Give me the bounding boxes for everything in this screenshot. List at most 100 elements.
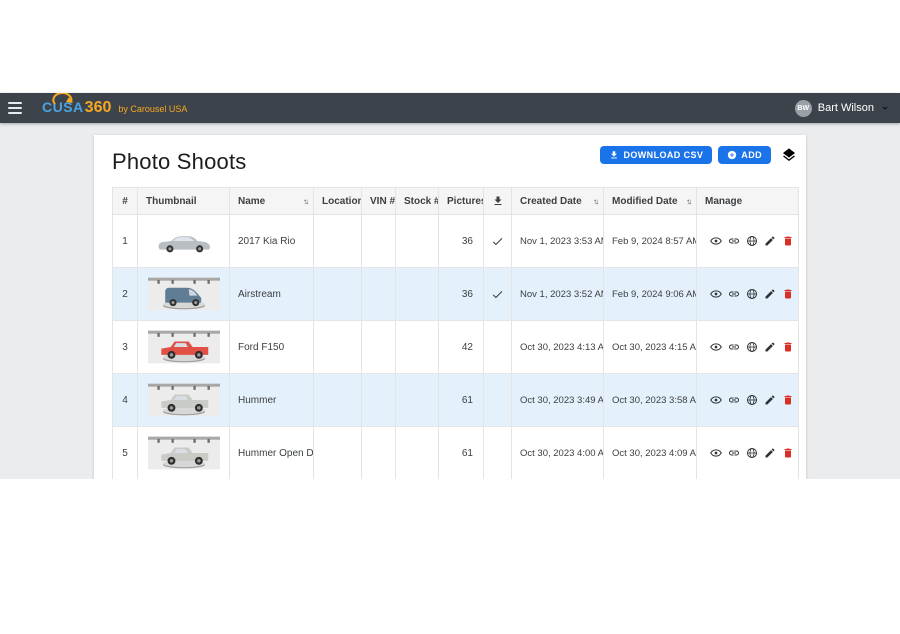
eye-icon[interactable]	[710, 288, 722, 300]
row-number: 1	[113, 215, 138, 268]
globe-icon[interactable]	[746, 394, 758, 406]
stock-cell	[396, 215, 439, 268]
location-cell	[314, 374, 362, 427]
download-csv-label: DOWNLOAD CSV	[623, 150, 703, 160]
modified-date: Feb 9, 2024 8:57 AM	[604, 215, 697, 268]
table-row: 1 2017 Kia Rio 36 Nov 1, 2023 3:53 AM Fe…	[113, 215, 799, 268]
row-number: 2	[113, 268, 138, 321]
vehicle-thumbnail[interactable]	[148, 274, 220, 314]
app-logo[interactable]: CUSA 360 by Carousel USA	[42, 99, 187, 117]
eye-icon[interactable]	[710, 394, 722, 406]
download-icon	[609, 150, 619, 160]
pictures-count: 42	[439, 321, 484, 374]
vehicle-thumbnail[interactable]	[148, 380, 220, 420]
header-location: Location	[314, 188, 362, 215]
logo-swirl-icon	[52, 93, 74, 105]
vehicle-thumbnail[interactable]	[148, 221, 220, 261]
add-label: ADD	[741, 150, 762, 160]
header-downloaded	[484, 188, 512, 215]
header-vin: VIN #	[362, 188, 396, 215]
shoot-name: Hummer	[230, 374, 314, 427]
table-header-row: # Thumbnail Name↑↓ Location VIN # Stock …	[113, 188, 799, 215]
sort-arrows-icon[interactable]: ↑↓	[686, 197, 690, 206]
pictures-count: 36	[439, 268, 484, 321]
link-icon[interactable]	[728, 341, 740, 353]
eye-icon[interactable]	[710, 341, 722, 353]
link-icon[interactable]	[728, 394, 740, 406]
vehicle-thumbnail[interactable]	[148, 433, 220, 473]
downloaded-cell	[484, 321, 512, 374]
link-icon[interactable]	[728, 447, 740, 459]
stock-cell	[396, 321, 439, 374]
header-stock: Stock #	[396, 188, 439, 215]
check-icon	[491, 288, 504, 301]
vin-cell	[362, 215, 396, 268]
trash-icon[interactable]	[782, 394, 794, 406]
downloaded-cell	[484, 268, 512, 321]
vin-cell	[362, 268, 396, 321]
globe-icon[interactable]	[746, 447, 758, 459]
stock-cell	[396, 427, 439, 480]
add-button[interactable]: ADD	[718, 146, 771, 164]
created-date: Nov 1, 2023 3:52 AM	[512, 268, 604, 321]
shoot-name: Ford F150	[230, 321, 314, 374]
manage-actions	[710, 235, 798, 247]
globe-icon[interactable]	[746, 235, 758, 247]
stock-cell	[396, 374, 439, 427]
header-thumbnail: Thumbnail	[138, 188, 230, 215]
globe-icon[interactable]	[746, 341, 758, 353]
header-created-date[interactable]: Created Date↑↓	[512, 188, 604, 215]
created-date: Oct 30, 2023 4:00 AM	[512, 427, 604, 480]
logo-byline: by Carousel USA	[118, 104, 187, 114]
pencil-icon[interactable]	[764, 288, 776, 300]
vehicle-thumbnail[interactable]	[148, 327, 220, 367]
vin-cell	[362, 321, 396, 374]
link-icon[interactable]	[728, 235, 740, 247]
eye-icon[interactable]	[710, 447, 722, 459]
table-row: 5 Hummer Open Doors 61 Oct 30, 2023 4:00…	[113, 427, 799, 480]
user-name: Bart Wilson	[818, 102, 874, 114]
manage-actions	[710, 394, 798, 406]
avatar: BW	[795, 100, 812, 117]
trash-icon[interactable]	[782, 235, 794, 247]
sort-arrows-icon[interactable]: ↑↓	[593, 197, 597, 206]
trash-icon[interactable]	[782, 447, 794, 459]
location-cell	[314, 215, 362, 268]
header-pictures: Pictures	[439, 188, 484, 215]
table-row: 2 Airstream 36 Nov 1, 2023 3:52 AM Feb 9…	[113, 268, 799, 321]
header-name[interactable]: Name↑↓	[230, 188, 314, 215]
location-cell	[314, 268, 362, 321]
chevron-down-icon	[880, 103, 890, 113]
created-date: Nov 1, 2023 3:53 AM	[512, 215, 604, 268]
shoot-name: 2017 Kia Rio	[230, 215, 314, 268]
user-menu[interactable]: BW Bart Wilson	[795, 100, 900, 117]
pencil-icon[interactable]	[764, 341, 776, 353]
add-circle-icon	[727, 150, 737, 160]
table-row: 3 Ford F150 42 Oct 30, 2023 4:13 AM Oct …	[113, 321, 799, 374]
pencil-icon[interactable]	[764, 447, 776, 459]
pencil-icon[interactable]	[764, 235, 776, 247]
row-number: 4	[113, 374, 138, 427]
downloaded-cell	[484, 215, 512, 268]
row-number: 5	[113, 427, 138, 480]
menu-icon[interactable]	[0, 93, 30, 123]
pencil-icon[interactable]	[764, 394, 776, 406]
sort-arrows-icon[interactable]: ↑↓	[303, 197, 307, 206]
modified-date: Oct 30, 2023 3:58 AM	[604, 374, 697, 427]
trash-icon[interactable]	[782, 288, 794, 300]
layers-icon[interactable]	[781, 147, 797, 163]
manage-actions	[710, 341, 798, 353]
downloaded-cell	[484, 427, 512, 480]
shoot-name: Airstream	[230, 268, 314, 321]
trash-icon[interactable]	[782, 341, 794, 353]
pictures-count: 36	[439, 215, 484, 268]
download-csv-button[interactable]: DOWNLOAD CSV	[600, 146, 712, 164]
globe-icon[interactable]	[746, 288, 758, 300]
header-modified-date[interactable]: Modified Date↑↓	[604, 188, 697, 215]
downloaded-cell	[484, 374, 512, 427]
modified-date: Feb 9, 2024 9:06 AM	[604, 268, 697, 321]
vin-cell	[362, 374, 396, 427]
manage-actions	[710, 288, 798, 300]
eye-icon[interactable]	[710, 235, 722, 247]
link-icon[interactable]	[728, 288, 740, 300]
